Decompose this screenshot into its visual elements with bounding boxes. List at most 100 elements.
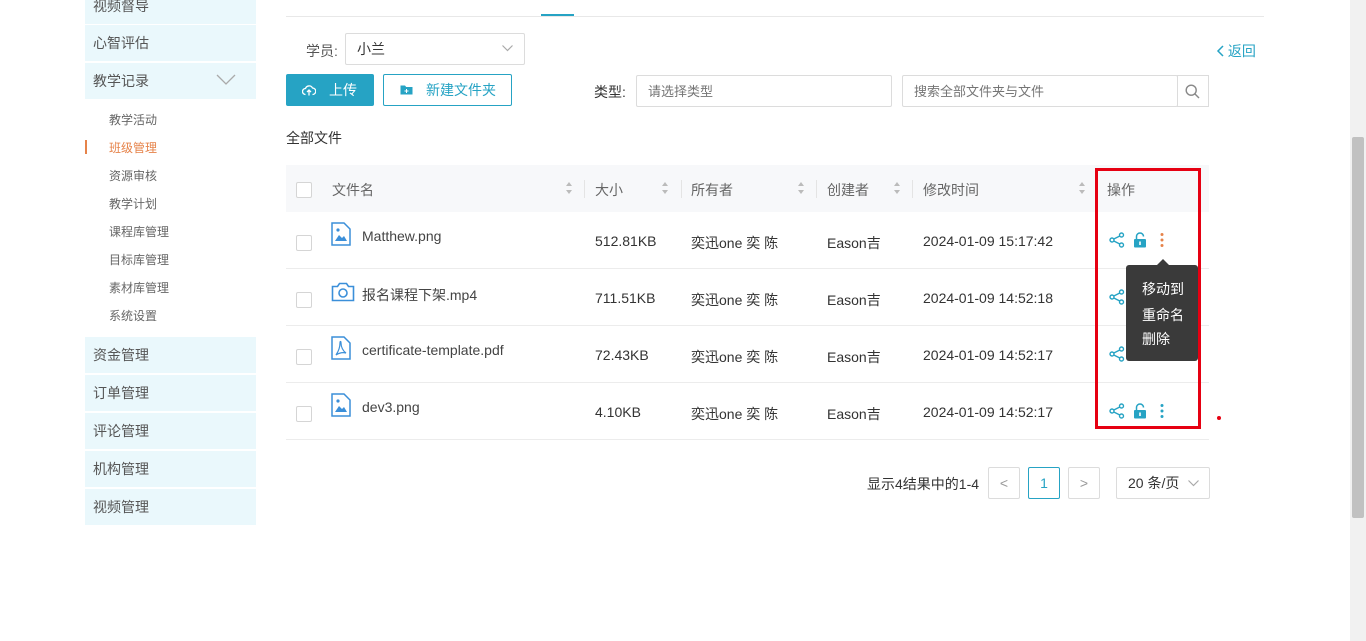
back-link[interactable]: 返回: [1216, 41, 1256, 61]
breadcrumb: 全部文件: [286, 130, 342, 146]
file-modified: 2024-01-09 14:52:17: [923, 404, 1053, 420]
column-divider: [681, 180, 682, 198]
sidebar-subitem-material-library[interactable]: 素材库管理: [109, 279, 169, 296]
page-button-current[interactable]: 1: [1028, 467, 1060, 499]
file-size: 711.51KB: [595, 290, 656, 306]
page-size-select[interactable]: 20 条/页: [1116, 467, 1210, 499]
type-label: 类型:: [594, 84, 626, 100]
sidebar-item-teaching-records[interactable]: 教学记录: [85, 63, 256, 99]
upload-button[interactable]: 上传: [286, 74, 374, 106]
file-size: 72.43KB: [595, 347, 649, 363]
column-divider: [584, 180, 585, 198]
file-owner: 奕迅one 奕 陈: [691, 406, 779, 422]
pdf-file-icon: [331, 336, 351, 360]
sidebar-item-label: 视频管理: [93, 499, 149, 515]
sidebar-subitem-teaching-plan[interactable]: 教学计划: [109, 195, 157, 212]
annotation-dot: [1217, 416, 1221, 420]
sidebar-item-institutions[interactable]: 机构管理: [85, 451, 256, 487]
sidebar-subitem-course-library[interactable]: 课程库管理: [109, 223, 169, 240]
sort-icon[interactable]: [1078, 181, 1086, 195]
sort-icon[interactable]: [661, 181, 669, 195]
chevron-left-icon: [1216, 45, 1224, 57]
new-folder-button[interactable]: 新建文件夹: [383, 74, 512, 106]
menu-item-delete[interactable]: 删除: [1142, 329, 1170, 349]
column-header-owner[interactable]: 所有者: [691, 180, 733, 200]
sidebar-item-label: 订单管理: [93, 385, 149, 401]
sidebar-subitem-system-settings[interactable]: 系统设置: [109, 307, 157, 324]
next-page-button[interactable]: >: [1068, 467, 1100, 499]
sidebar-item-label: 机构管理: [93, 461, 149, 477]
table-row[interactable]: 报名课程下架.mp4 711.51KB 奕迅one 奕 陈 Eason吉 202…: [286, 269, 1209, 326]
sort-icon[interactable]: [565, 181, 573, 195]
type-select[interactable]: [636, 75, 892, 107]
menu-item-move-to[interactable]: 移动到: [1142, 279, 1184, 299]
column-header-size[interactable]: 大小: [595, 180, 623, 200]
file-name-link[interactable]: certificate-template.pdf: [362, 342, 504, 358]
chevron-down-icon: [502, 45, 513, 52]
table-row[interactable]: certificate-template.pdf 72.43KB 奕迅one 奕…: [286, 326, 1209, 383]
column-header-name[interactable]: 文件名: [332, 180, 374, 200]
more-actions-dropdown: 移动到 重命名 删除: [1126, 265, 1198, 361]
row-checkbox[interactable]: [296, 406, 312, 422]
file-name-link[interactable]: dev3.png: [362, 399, 420, 415]
sort-icon[interactable]: [797, 181, 805, 195]
sidebar-item-label: 评论管理: [93, 423, 149, 439]
column-header-modified[interactable]: 修改时间: [923, 180, 979, 200]
sidebar-item-funds[interactable]: 资金管理: [85, 337, 256, 373]
chevron-down-icon: [1188, 480, 1199, 487]
column-header-creator[interactable]: 创建者: [827, 180, 869, 200]
row-checkbox[interactable]: [296, 235, 312, 251]
file-name-link[interactable]: Matthew.png: [362, 228, 441, 244]
file-owner: 奕迅one 奕 陈: [691, 235, 779, 251]
active-tab-indicator: [541, 14, 574, 16]
sort-icon[interactable]: [893, 181, 901, 195]
sidebar-item-videos[interactable]: 视频管理: [85, 489, 256, 525]
file-modified: 2024-01-09 14:52:18: [923, 290, 1053, 306]
image-file-icon: [331, 222, 351, 246]
sidebar-subitem-goal-library[interactable]: 目标库管理: [109, 251, 169, 268]
sidebar-item-video-supervision[interactable]: 视频督导: [85, 0, 256, 24]
sidebar-item-orders[interactable]: 订单管理: [85, 375, 256, 411]
row-checkbox[interactable]: [296, 292, 312, 308]
file-modified: 2024-01-09 15:17:42: [923, 233, 1053, 249]
prev-page-button[interactable]: <: [988, 467, 1020, 499]
sidebar-subitem-resource-review[interactable]: 资源审核: [109, 167, 157, 184]
image-file-icon: [331, 393, 351, 417]
table-row[interactable]: dev3.png 4.10KB 奕迅one 奕 陈 Eason吉 2024-01…: [286, 383, 1209, 440]
student-select-value: 小兰: [357, 41, 385, 57]
search-button[interactable]: [1177, 75, 1209, 107]
active-indicator: [85, 140, 87, 154]
folder-add-icon: [400, 85, 413, 95]
file-creator: Eason吉: [827, 349, 881, 365]
table-row[interactable]: Matthew.png 512.81KB 奕迅one 奕 陈 Eason吉 20…: [286, 212, 1209, 269]
file-name-link[interactable]: 报名课程下架.mp4: [362, 285, 477, 305]
student-label: 学员:: [306, 43, 338, 59]
row-checkbox[interactable]: [296, 349, 312, 365]
file-owner: 奕迅one 奕 陈: [691, 349, 779, 365]
sidebar-subitem-class-management[interactable]: 班级管理: [109, 139, 157, 156]
sidebar-subitem-teaching-activity[interactable]: 教学活动: [109, 111, 157, 128]
video-file-icon: [331, 282, 355, 302]
tabs-divider: [286, 16, 1264, 17]
column-divider: [816, 180, 817, 198]
file-size: 4.10KB: [595, 404, 641, 420]
sidebar-item-label: 视频督导: [93, 0, 149, 14]
search-input[interactable]: [902, 75, 1178, 107]
upload-label: 上传: [329, 82, 357, 98]
scrollbar-thumb[interactable]: [1352, 137, 1364, 518]
menu-item-rename[interactable]: 重命名: [1142, 305, 1184, 325]
select-all-checkbox[interactable]: [296, 182, 312, 198]
file-modified: 2024-01-09 14:52:17: [923, 347, 1053, 363]
pagination-summary: 显示4结果中的1-4: [867, 476, 980, 492]
page-size-value: 20 条/页: [1128, 475, 1180, 491]
search-icon: [1185, 84, 1200, 99]
column-divider: [912, 180, 913, 198]
sidebar-item-mental-assessment[interactable]: 心智评估: [85, 25, 256, 61]
file-creator: Eason吉: [827, 292, 881, 308]
file-creator: Eason吉: [827, 406, 881, 422]
page-scrollbar[interactable]: [1350, 0, 1366, 641]
cloud-upload-icon: [302, 85, 316, 96]
student-select[interactable]: 小兰: [345, 33, 525, 65]
sidebar-item-comments[interactable]: 评论管理: [85, 413, 256, 449]
file-creator: Eason吉: [827, 235, 881, 251]
